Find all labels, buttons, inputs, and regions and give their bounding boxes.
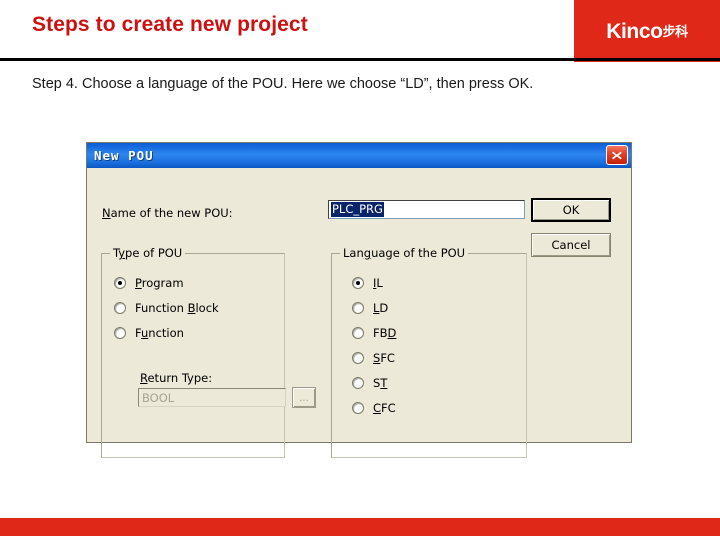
page-title: Steps to create new project <box>32 13 308 36</box>
dialog-titlebar[interactable]: New POU <box>87 143 631 168</box>
radio-language-ld[interactable]: LD <box>352 301 388 315</box>
radio-language-st-indicator <box>352 377 364 389</box>
close-icon[interactable] <box>606 145 628 165</box>
radio-function-block-label: Function Block <box>135 301 219 315</box>
radio-language-cfc[interactable]: CFC <box>352 401 396 415</box>
pou-name-input[interactable]: PLC_PRG <box>328 200 525 219</box>
return-type-browse-button[interactable]: ... <box>292 387 316 408</box>
dialog-title: New POU <box>94 148 154 163</box>
radio-function-indicator <box>114 327 126 339</box>
type-of-pou-group: Type of POU Program Function Block Funct… <box>101 246 316 458</box>
radio-language-sfc-indicator <box>352 352 364 364</box>
dialog-body: Name of the new POU: PLC_PRG OK Cancel T… <box>87 168 631 458</box>
radio-function[interactable]: Function <box>114 326 184 340</box>
radio-language-il-label: IL <box>373 276 383 290</box>
pou-name-label: Name of the new POU: <box>102 206 233 220</box>
radio-language-ld-label: LD <box>373 301 389 315</box>
radio-language-fbd-label: FBD <box>373 326 397 340</box>
header-divider-rule <box>0 58 720 61</box>
language-of-pou-group: Language of the POU IL LD FBD SFC ST CFC <box>331 246 527 458</box>
radio-language-sfc[interactable]: SFC <box>352 351 395 365</box>
logo-latin-text: Kinco <box>606 19 663 43</box>
radio-program-label: Program <box>135 276 184 290</box>
radio-program-indicator <box>114 277 126 289</box>
logo-chinese-text: 步科 <box>662 23 689 39</box>
step-instruction-text: Step 4. Choose a language of the POU. He… <box>32 76 534 92</box>
radio-language-cfc-indicator <box>352 402 364 414</box>
radio-language-st-label: ST <box>373 376 388 390</box>
radio-function-block[interactable]: Function Block <box>114 301 219 315</box>
kinco-logo: Kinco步科 <box>574 0 720 62</box>
return-type-value: BOOL <box>142 390 175 405</box>
radio-language-st[interactable]: ST <box>352 376 387 390</box>
radio-function-block-indicator <box>114 302 126 314</box>
radio-language-il-indicator <box>352 277 364 289</box>
radio-language-ld-indicator <box>352 302 364 314</box>
radio-program[interactable]: Program <box>114 276 184 290</box>
logo-wordmark: Kinco步科 <box>606 21 688 42</box>
radio-language-sfc-label: SFC <box>373 351 395 365</box>
cancel-button[interactable]: Cancel <box>531 233 611 257</box>
radio-function-label: Function <box>135 326 184 340</box>
radio-language-fbd-indicator <box>352 327 364 339</box>
footer-accent-bar <box>0 518 720 536</box>
radio-language-il[interactable]: IL <box>352 276 383 290</box>
new-pou-dialog: New POU Name of the new POU: PLC_PRG OK … <box>86 142 632 458</box>
language-of-pou-group-title: Language of the POU <box>340 246 469 260</box>
ok-button[interactable]: OK <box>531 198 611 222</box>
type-of-pou-group-title: Type of POU <box>110 246 186 260</box>
radio-language-cfc-label: CFC <box>373 401 396 415</box>
return-type-input[interactable]: BOOL <box>138 388 286 407</box>
pou-name-value: PLC_PRG <box>331 202 384 217</box>
radio-language-fbd[interactable]: FBD <box>352 326 396 340</box>
slide-header: Steps to create new project Kinco步科 <box>0 0 720 62</box>
return-type-label: Return Type: <box>140 371 213 385</box>
